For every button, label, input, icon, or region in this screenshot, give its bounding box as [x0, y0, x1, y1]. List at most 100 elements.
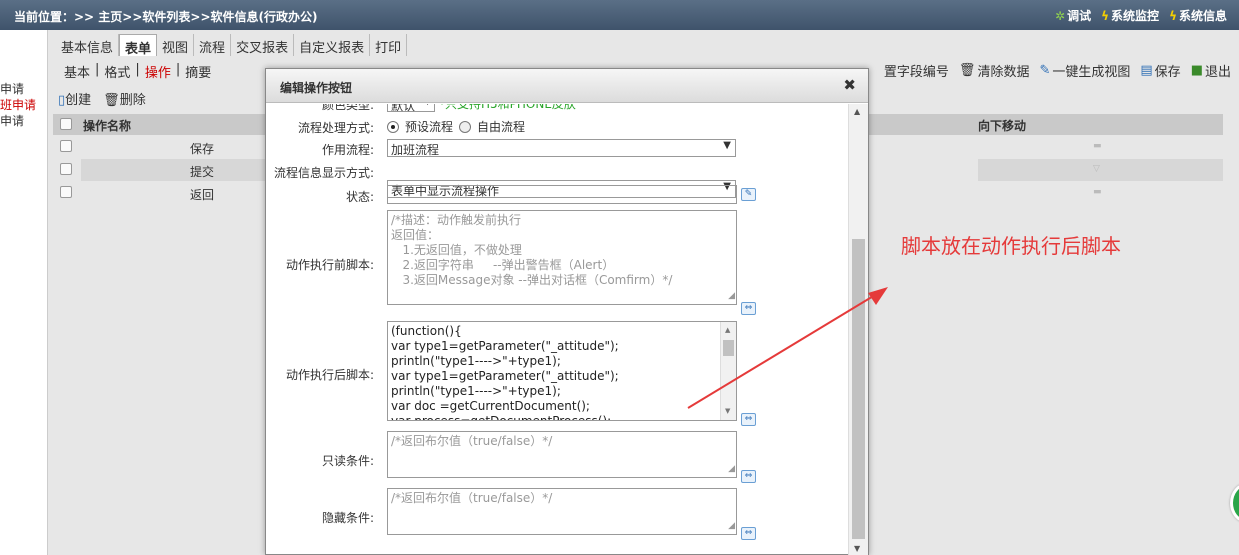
resize-handle-icon[interactable]: ◢: [728, 519, 735, 534]
applied-flow-select[interactable]: 加班流程 ▼: [387, 139, 736, 157]
annotation-arrow: [687, 287, 888, 409]
column-header-name: 操作名称: [83, 119, 132, 133]
close-icon[interactable]: ✖: [843, 76, 856, 94]
preset-flow-label: 预设流程: [405, 120, 454, 134]
edit-state-icon[interactable]: ✎: [741, 188, 756, 201]
reset-numbering-label: 置字段编号: [883, 65, 949, 80]
free-flow-label: 自由流程: [477, 120, 526, 134]
annotation-text: 脚本放在动作执行后脚本: [901, 234, 1121, 258]
row-checkbox[interactable]: [60, 140, 72, 152]
readonly-condition-label: 只读条件:: [321, 454, 374, 468]
tab-custom-report[interactable]: 自定义报表: [294, 34, 371, 56]
lightning-icon: ϟ: [1169, 8, 1177, 23]
form-toolbar: 置字段编号 🗑 清除数据 ✎ 一键生成视图 ▤ 保存 ■ 退出: [884, 61, 1231, 80]
state-input[interactable]: [387, 185, 737, 204]
monitor-label: 系统监控: [1111, 9, 1160, 23]
color-type-select[interactable]: 默认▼: [387, 104, 435, 113]
clear-data-label: 清除数据: [977, 65, 1030, 80]
left-nav: 申请 班申请 申请: [0, 30, 48, 555]
subtab-operation[interactable]: 操作: [145, 62, 171, 81]
dialog-header: 编辑操作按钮 ✖: [266, 69, 868, 103]
list-actions: ▯创建 🗑删除: [58, 89, 146, 108]
system-monitor-link[interactable]: ϟ 系统监控: [1101, 7, 1159, 24]
tab-flow[interactable]: 流程: [194, 34, 232, 56]
resize-handle-icon[interactable]: ◢: [728, 462, 735, 477]
sub-tabs: 基本 | 格式 | 操作 | 摘要: [64, 62, 212, 81]
system-info-link[interactable]: ϟ 系统信息: [1169, 7, 1227, 24]
before-script-label: 动作执行前脚本:: [285, 258, 374, 272]
trash-icon: 🗑: [958, 63, 976, 78]
hidden-placeholder: /*返回布尔值（true/false）*/: [391, 491, 553, 505]
exit-label: 退出: [1204, 65, 1231, 80]
delete-button[interactable]: 🗑删除: [103, 89, 146, 108]
debug-link[interactable]: ✲ 调试: [1055, 7, 1091, 24]
debug-label: 调试: [1067, 9, 1092, 23]
script-editor-icon[interactable]: ⇔: [741, 470, 756, 483]
scroll-up-icon[interactable]: ▲: [854, 107, 860, 116]
row-checkbox[interactable]: [60, 186, 72, 198]
after-script-label: 动作执行后脚本:: [285, 368, 374, 382]
reset-numbering-button[interactable]: 置字段编号: [884, 61, 949, 80]
dialog-title: 编辑操作按钮: [280, 81, 353, 95]
operation-name[interactable]: 提交: [190, 163, 214, 180]
save-label: 保存: [1154, 65, 1181, 80]
color-type-hint: *只支持H5和PHONE皮肤: [439, 104, 576, 111]
scroll-down-icon[interactable]: ▼: [854, 544, 860, 553]
top-bar: 当前位置：>> 主页>>软件列表>>软件信息(行政办公) ✲ 调试 ϟ 系统监控 ϟ…: [0, 0, 1239, 30]
lightning-icon: ϟ: [1101, 8, 1110, 23]
display-mode-label: 流程信息显示方式:: [273, 166, 374, 180]
applied-flow-value: 加班流程: [391, 143, 440, 157]
dropdown-arrow-icon: ▼: [723, 140, 731, 151]
clear-data-button[interactable]: 🗑 清除数据: [959, 61, 1030, 80]
create-label: 创建: [65, 93, 92, 108]
subtab-basic[interactable]: 基本: [64, 62, 90, 81]
radio-free-flow[interactable]: [459, 120, 472, 133]
hidden-condition-label: 隐藏条件:: [321, 511, 374, 525]
generate-view-button[interactable]: ✎ 一键生成视图: [1039, 61, 1130, 80]
left-nav-item[interactable]: 申请: [0, 112, 47, 128]
tab-basic-info[interactable]: 基本信息: [56, 34, 120, 56]
color-type-label: 颜色类型:: [321, 104, 374, 112]
column-header-move-down: 向下移动: [978, 119, 1027, 133]
readonly-condition-textarea[interactable]: /*返回布尔值（true/false）*/ ◢: [387, 431, 737, 478]
sysinfo-label: 系统信息: [1178, 9, 1227, 23]
tab-view[interactable]: 视图: [157, 34, 195, 56]
select-all-checkbox[interactable]: [60, 118, 72, 130]
left-nav-item-active[interactable]: 班申请: [0, 96, 47, 112]
main-tabs: 基本信息 表单 视图 流程 交叉报表 自定义报表 打印: [56, 34, 408, 57]
exit-button[interactable]: ■ 退出: [1191, 61, 1231, 80]
tab-form[interactable]: 表单: [119, 34, 158, 57]
save-icon: ▤: [1140, 63, 1153, 78]
move-down-icon[interactable]: ▽: [1093, 164, 1100, 174]
delete-label: 删除: [119, 93, 146, 108]
color-type-value: 默认: [391, 104, 416, 113]
move-down-icon[interactable]: ▬: [1093, 141, 1102, 151]
script-editor-icon[interactable]: ⇔: [741, 527, 756, 540]
after-script-code: (function(){ var type1=getParameter("_at…: [391, 324, 619, 421]
flow-mode-label: 流程处理方式:: [297, 121, 374, 135]
operation-name[interactable]: 保存: [190, 140, 214, 157]
left-nav-item[interactable]: 申请: [0, 80, 47, 96]
save-button[interactable]: ▤ 保存: [1140, 61, 1180, 80]
debug-icon: ✲: [1055, 8, 1066, 23]
state-label: 状态:: [345, 190, 374, 204]
radio-preset-flow[interactable]: [387, 120, 399, 133]
before-script-placeholder: /*描述：动作触发前执行 返回值： 1.无返回值，不做处理 2.返回字符串 --…: [391, 213, 673, 287]
move-down-icon[interactable]: ▬: [1093, 187, 1102, 197]
row-checkbox[interactable]: [60, 163, 72, 175]
top-links: ✲ 调试 ϟ 系统监控 ϟ 系统信息: [1055, 7, 1227, 24]
readonly-placeholder: /*返回布尔值（true/false）*/: [391, 434, 553, 448]
subtab-summary[interactable]: 摘要: [185, 62, 211, 81]
trash-icon: 🗑: [103, 93, 120, 108]
exit-icon: ■: [1190, 63, 1203, 78]
applied-flow-label: 作用流程:: [321, 143, 374, 157]
operation-name[interactable]: 返回: [190, 186, 214, 203]
tab-crosstab-report[interactable]: 交叉报表: [231, 34, 295, 56]
subtab-format[interactable]: 格式: [104, 62, 130, 81]
edit-icon: ✎: [1039, 63, 1051, 78]
tab-print[interactable]: 打印: [370, 34, 408, 56]
create-button[interactable]: ▯创建: [58, 89, 91, 108]
breadcrumb: 当前位置：>> 主页>>软件列表>>软件信息(行政办公): [14, 10, 318, 24]
hidden-condition-textarea[interactable]: /*返回布尔值（true/false）*/ ◢: [387, 488, 737, 535]
generate-view-label: 一键生成视图: [1052, 65, 1131, 80]
